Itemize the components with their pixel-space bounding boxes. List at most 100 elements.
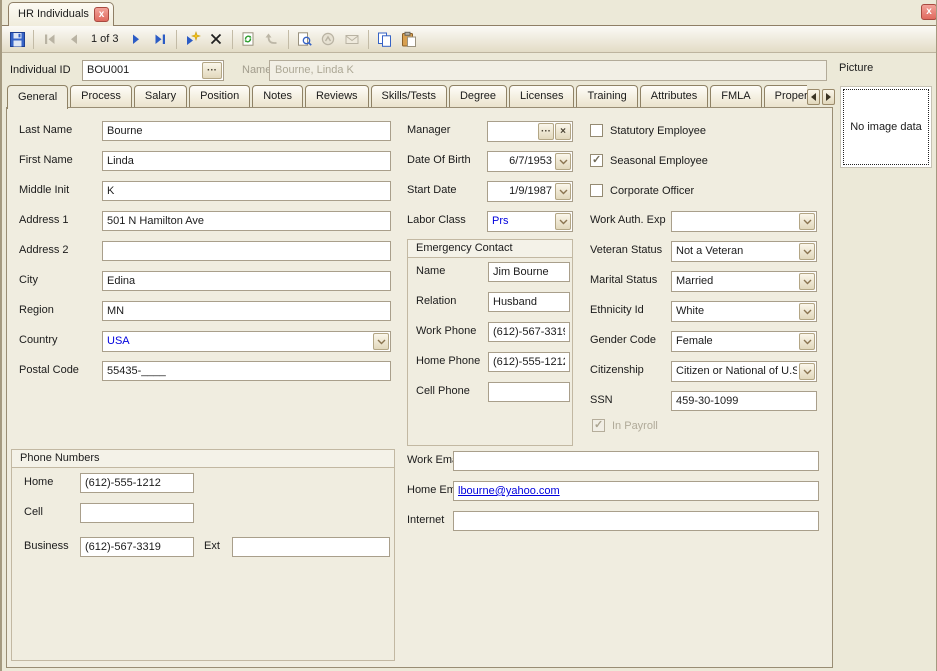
postal-code-input[interactable] [102, 361, 391, 381]
start-date-dropdown-button[interactable] [555, 183, 571, 200]
tab-skills-tests[interactable]: Skills/Tests [371, 85, 447, 107]
country-combo[interactable]: USA [102, 331, 391, 352]
toolbar-separator [232, 30, 233, 49]
middle-init-input[interactable] [102, 181, 391, 201]
manager-lookup-field[interactable]: ··· × [487, 121, 573, 142]
ec-cell-phone-input[interactable] [488, 382, 570, 402]
tab-scroll-left-button[interactable] [807, 89, 820, 105]
home-email-input[interactable] [453, 481, 819, 501]
address1-input[interactable] [102, 211, 391, 231]
gender-code-combo[interactable]: Female [671, 331, 817, 352]
individual-id-input[interactable]: BOU001 ··· [82, 60, 224, 81]
chevron-down-icon [377, 339, 386, 345]
citizenship-label: Citizenship [590, 364, 644, 376]
citizenship-dropdown-button[interactable] [799, 363, 815, 380]
new-record-icon [184, 31, 201, 48]
manager-clear-button[interactable]: × [555, 123, 571, 140]
work-email-input[interactable] [453, 451, 819, 471]
ec-work-phone-label: Work Phone [416, 325, 476, 337]
email-button[interactable] [341, 28, 364, 50]
ssn-label: SSN [590, 394, 613, 406]
delete-record-button[interactable] [205, 28, 228, 50]
first-name-label: First Name [19, 154, 73, 166]
tab-property[interactable]: Property [764, 85, 807, 107]
last-record-button[interactable] [149, 28, 172, 50]
ethnicity-id-combo[interactable]: White [671, 301, 817, 322]
navigate-button[interactable] [317, 28, 340, 50]
ec-relation-input[interactable] [488, 292, 570, 312]
labor-class-dropdown-button[interactable] [555, 213, 571, 230]
veteran-status-dropdown-button[interactable] [799, 243, 815, 260]
tab-scroll-right-button[interactable] [822, 89, 835, 105]
tab-process[interactable]: Process [70, 85, 132, 107]
date-of-birth-label: Date Of Birth [407, 154, 471, 166]
work-auth-exp-dropdown-button[interactable] [799, 213, 815, 230]
citizenship-combo[interactable]: Citizen or National of U.S. [671, 361, 817, 382]
internet-input[interactable] [453, 511, 819, 531]
tab-position[interactable]: Position [189, 85, 250, 107]
save-icon [9, 31, 26, 48]
tab-licenses[interactable]: Licenses [509, 85, 574, 107]
work-auth-exp-combo[interactable] [671, 211, 817, 232]
ec-work-phone-input[interactable] [488, 322, 570, 342]
document-tab-close-button[interactable]: x [94, 7, 109, 22]
emergency-contact-group: Emergency Contact Name Relation Work Pho… [407, 239, 573, 446]
country-dropdown-button[interactable] [373, 333, 389, 350]
manager-browse-button[interactable]: ··· [538, 123, 554, 140]
phone-business-label: Business [24, 540, 69, 552]
marital-status-combo[interactable]: Married [671, 271, 817, 292]
seasonal-employee-checkbox[interactable] [590, 154, 603, 167]
chevron-down-icon [803, 219, 812, 225]
previous-record-button[interactable] [62, 28, 85, 50]
undo-icon [264, 31, 280, 47]
print-preview-button[interactable] [293, 28, 316, 50]
ec-home-phone-input[interactable] [488, 352, 570, 372]
marital-status-dropdown-button[interactable] [799, 273, 815, 290]
phone-business-input[interactable] [80, 537, 194, 557]
phone-home-input[interactable] [80, 473, 194, 493]
window-close-button[interactable]: x [921, 4, 937, 20]
document-tab-hr-individuals[interactable]: HR Individuals x [8, 2, 114, 26]
ssn-input[interactable] [671, 391, 817, 411]
refresh-icon [240, 31, 256, 47]
tab-fmla[interactable]: FMLA [710, 85, 761, 107]
city-input[interactable] [102, 271, 391, 291]
tab-reviews[interactable]: Reviews [305, 85, 369, 107]
tab-training[interactable]: Training [576, 85, 637, 107]
ethnicity-id-dropdown-button[interactable] [799, 303, 815, 320]
tab-notes[interactable]: Notes [252, 85, 303, 107]
tab-general[interactable]: General [7, 85, 68, 109]
date-of-birth-picker[interactable]: 6/7/1953 [487, 151, 573, 172]
date-of-birth-dropdown-button[interactable] [555, 153, 571, 170]
tab-attributes[interactable]: Attributes [640, 85, 708, 107]
individual-id-browse-button[interactable]: ··· [202, 62, 222, 79]
copy-button[interactable] [373, 28, 396, 50]
address2-input[interactable] [102, 241, 391, 261]
chevron-left-icon [811, 93, 816, 101]
print-preview-icon [296, 31, 313, 48]
last-name-input[interactable] [102, 121, 391, 141]
statutory-employee-checkbox[interactable] [590, 124, 603, 137]
phone-cell-input[interactable] [80, 503, 194, 523]
no-image-text: No image data [850, 121, 922, 133]
next-record-button[interactable] [125, 28, 148, 50]
undo-button[interactable] [261, 28, 284, 50]
refresh-button[interactable] [237, 28, 260, 50]
ec-name-input[interactable] [488, 262, 570, 282]
chevron-down-icon [803, 279, 812, 285]
new-record-button[interactable] [181, 28, 204, 50]
corporate-officer-checkbox[interactable] [590, 184, 603, 197]
gender-code-dropdown-button[interactable] [799, 333, 815, 350]
first-name-input[interactable] [102, 151, 391, 171]
start-date-picker[interactable]: 1/9/1987 [487, 181, 573, 202]
save-button[interactable] [6, 28, 29, 50]
name-label: Name [242, 64, 271, 76]
veteran-status-combo[interactable]: Not a Veteran [671, 241, 817, 262]
paste-button[interactable] [397, 28, 420, 50]
region-input[interactable] [102, 301, 391, 321]
phone-ext-input[interactable] [232, 537, 390, 557]
first-record-button[interactable] [38, 28, 61, 50]
tab-degree[interactable]: Degree [449, 85, 507, 107]
labor-class-combo[interactable]: Prs [487, 211, 573, 232]
tab-salary[interactable]: Salary [134, 85, 187, 107]
